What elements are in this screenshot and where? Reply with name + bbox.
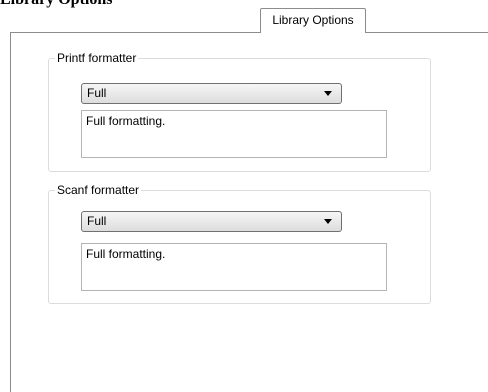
printf-formatter-group: Printf formatter Full Full formatting. <box>48 51 431 172</box>
scanf-formatter-group: Scanf formatter Full Full formatting. <box>48 183 431 304</box>
printf-formatter-label: Printf formatter <box>55 51 139 65</box>
cropped-header-text: Library Options <box>0 0 112 9</box>
scanf-formatter-label: Scanf formatter <box>55 183 142 197</box>
scanf-formatter-description: Full formatting. <box>81 243 387 291</box>
printf-formatter-value: Full <box>87 86 107 100</box>
tab-library-options[interactable]: Library Options <box>260 8 366 33</box>
cropped-header: Library Options <box>0 0 488 30</box>
printf-formatter-select[interactable]: Full <box>81 83 342 104</box>
chevron-down-icon <box>324 91 332 96</box>
scanf-formatter-select[interactable]: Full <box>81 211 342 232</box>
scanf-formatter-value: Full <box>87 214 107 228</box>
chevron-down-icon <box>324 219 332 224</box>
printf-formatter-description: Full formatting. <box>81 110 387 158</box>
